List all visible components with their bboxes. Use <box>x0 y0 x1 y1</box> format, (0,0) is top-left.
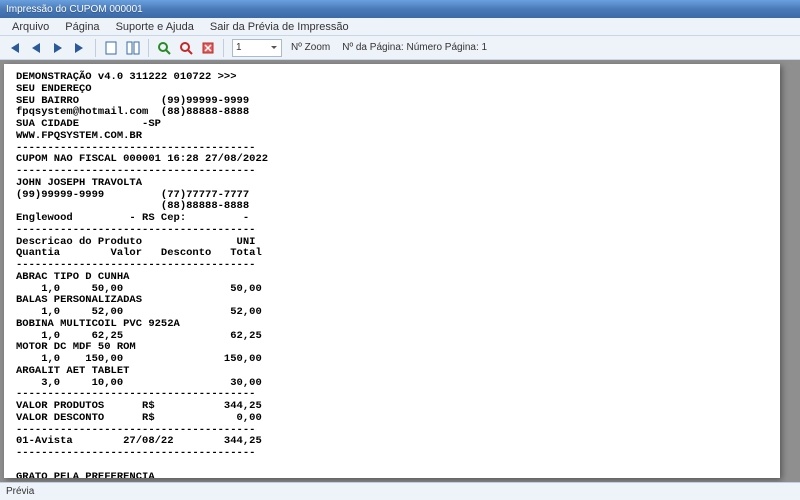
nav-prev-button[interactable] <box>26 38 46 58</box>
statusbar: Prévia <box>0 482 800 500</box>
window-title: Impressão do CUPOM 000001 <box>6 4 143 15</box>
close-preview-button[interactable] <box>198 38 218 58</box>
zoom-input[interactable]: 1 <box>232 39 282 57</box>
menubar: Arquivo Página Suporte e Ajuda Sair da P… <box>0 18 800 36</box>
zoom-label: Nº Zoom <box>291 42 330 53</box>
dropdown-icon <box>270 44 278 52</box>
page-single-button[interactable] <box>101 38 121 58</box>
nav-last-button[interactable] <box>70 38 90 58</box>
menu-arquivo[interactable]: Arquivo <box>4 19 57 35</box>
receipt-content: DEMONSTRAÇÃO v4.0 311222 010722 >>> SEU … <box>16 72 768 478</box>
page-multi-button[interactable] <box>123 38 143 58</box>
nav-first-button[interactable] <box>4 38 24 58</box>
menu-suporte[interactable]: Suporte e Ajuda <box>108 19 202 35</box>
preview-area: DEMONSTRAÇÃO v4.0 311222 010722 >>> SEU … <box>0 60 800 482</box>
status-text: Prévia <box>6 486 34 497</box>
page-number-label: Nº da Página: Número Página: 1 <box>342 42 487 53</box>
toolbar-separator <box>148 39 149 57</box>
nav-next-button[interactable] <box>48 38 68 58</box>
zoom-out-button[interactable] <box>176 38 196 58</box>
page-preview: DEMONSTRAÇÃO v4.0 311222 010722 >>> SEU … <box>4 64 780 478</box>
window-titlebar: Impressão do CUPOM 000001 <box>0 0 800 18</box>
toolbar: 1 Nº Zoom Nº da Página: Número Página: 1 <box>0 36 800 60</box>
zoom-value: 1 <box>236 42 242 53</box>
zoom-in-button[interactable] <box>154 38 174 58</box>
toolbar-separator <box>223 39 224 57</box>
menu-pagina[interactable]: Página <box>57 19 107 35</box>
menu-sair[interactable]: Sair da Prévia de Impressão <box>202 19 357 35</box>
toolbar-separator <box>95 39 96 57</box>
